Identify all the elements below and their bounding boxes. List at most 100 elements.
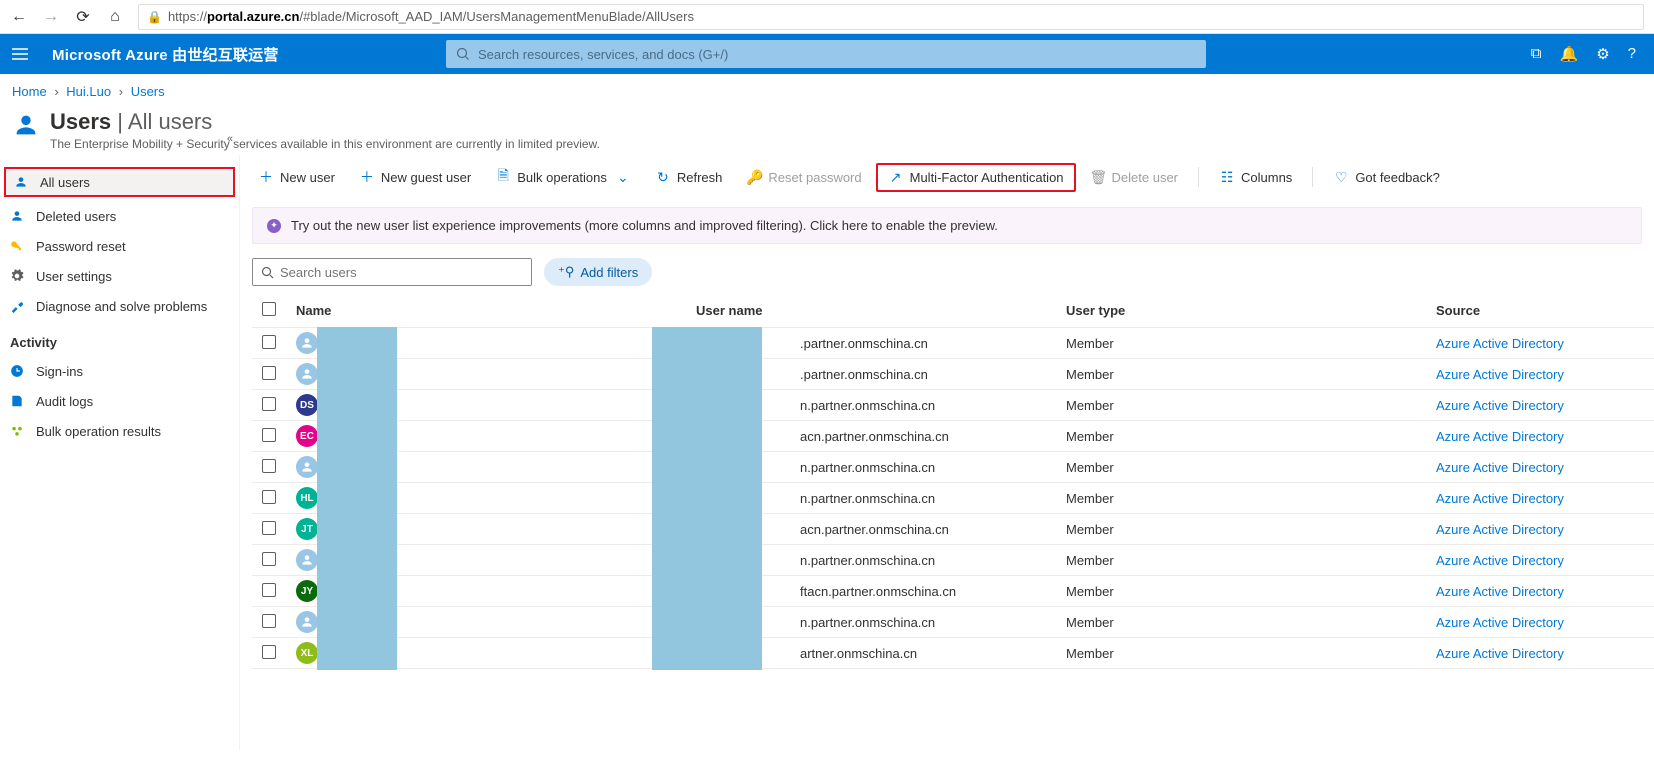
row-checkbox[interactable] bbox=[262, 397, 276, 411]
address-bar[interactable]: 🔒 https://portal.azure.cn/#blade/Microso… bbox=[138, 4, 1644, 30]
table-row[interactable]: xxxxxxxxxxxxxxxx.partner.onmschina.cn Me… bbox=[252, 359, 1654, 390]
hamburger-icon[interactable] bbox=[8, 42, 32, 66]
columns-button[interactable]: ☷Columns bbox=[1209, 163, 1302, 192]
row-checkbox[interactable] bbox=[262, 459, 276, 473]
row-checkbox[interactable] bbox=[262, 428, 276, 442]
table-row[interactable]: xxxxxxxxxxxxxxxxn.partner.onmschina.cn M… bbox=[252, 607, 1654, 638]
table-row[interactable]: xxxxxxxxxxxxxxxx.partner.onmschina.cn Me… bbox=[252, 328, 1654, 359]
table-row[interactable]: JY xxxxxxxxxxxxxxxxftacn.partner.onmschi… bbox=[252, 576, 1654, 607]
signin-icon bbox=[10, 364, 26, 378]
sidebar-item-password-reset[interactable]: Password reset bbox=[0, 231, 239, 261]
row-checkbox[interactable] bbox=[262, 490, 276, 504]
sidebar-item-label: Bulk operation results bbox=[36, 424, 161, 439]
sidebar-item-audit-logs[interactable]: Audit logs bbox=[0, 386, 239, 416]
username-value: n.partner.onmschina.cn bbox=[800, 460, 935, 475]
username-value: n.partner.onmschina.cn bbox=[800, 615, 935, 630]
source-link[interactable]: Azure Active Directory bbox=[1436, 615, 1564, 630]
new-user-button[interactable]: ＋New user bbox=[248, 161, 345, 193]
person-icon bbox=[10, 209, 26, 223]
usertype-value: Member bbox=[1066, 522, 1114, 537]
lock-icon: 🔒 bbox=[147, 10, 162, 24]
global-search-input[interactable] bbox=[478, 47, 1196, 62]
avatar: JT bbox=[296, 518, 318, 540]
refresh-button[interactable]: ↻Refresh bbox=[645, 163, 733, 192]
row-checkbox[interactable] bbox=[262, 552, 276, 566]
source-link[interactable]: Azure Active Directory bbox=[1436, 336, 1564, 351]
forward-icon[interactable]: → bbox=[42, 8, 60, 26]
table-row[interactable]: xxxxxxxxxxxxxxxxn.partner.onmschina.cn M… bbox=[252, 545, 1654, 576]
sidebar-item-deleted-users[interactable]: Deleted users bbox=[0, 201, 239, 231]
row-checkbox[interactable] bbox=[262, 645, 276, 659]
select-all-checkbox[interactable] bbox=[262, 302, 276, 316]
crumb-home[interactable]: Home bbox=[12, 84, 47, 99]
source-link[interactable]: Azure Active Directory bbox=[1436, 584, 1564, 599]
username-value: .partner.onmschina.cn bbox=[800, 336, 928, 351]
mfa-button[interactable]: ↗Multi-Factor Authentication bbox=[876, 163, 1076, 192]
table-row[interactable]: xxxxxxxxxxxxxxxxn.partner.onmschina.cn M… bbox=[252, 452, 1654, 483]
table-row[interactable]: DS xxxxxxxxxxxxxxxxn.partner.onmschina.c… bbox=[252, 390, 1654, 421]
source-link[interactable]: Azure Active Directory bbox=[1436, 646, 1564, 661]
help-icon[interactable]: ? bbox=[1628, 45, 1636, 63]
table-row[interactable]: JT xxxxxxxxxxxxxxxxacn.partner.onmschina… bbox=[252, 514, 1654, 545]
cloud-shell-icon[interactable]: ⧉ bbox=[1531, 45, 1542, 63]
col-username[interactable]: User name bbox=[686, 294, 1056, 328]
bulk-operations-button[interactable]: 🗎Bulk operations⌄ bbox=[485, 159, 641, 195]
back-icon[interactable]: ← bbox=[10, 8, 28, 26]
sidebar-item-label: All users bbox=[40, 175, 90, 190]
source-link[interactable]: Azure Active Directory bbox=[1436, 398, 1564, 413]
row-checkbox[interactable] bbox=[262, 521, 276, 535]
row-checkbox[interactable] bbox=[262, 614, 276, 628]
heart-icon: ♡ bbox=[1333, 169, 1349, 186]
home-icon[interactable]: ⌂ bbox=[106, 8, 124, 26]
sidebar-item-label: Password reset bbox=[36, 239, 126, 254]
source-link[interactable]: Azure Active Directory bbox=[1436, 460, 1564, 475]
search-users-input[interactable] bbox=[280, 265, 523, 280]
source-link[interactable]: Azure Active Directory bbox=[1436, 491, 1564, 506]
collapse-sidebar-icon[interactable]: « bbox=[227, 133, 233, 145]
source-link[interactable]: Azure Active Directory bbox=[1436, 429, 1564, 444]
crumb-leaf[interactable]: Users bbox=[131, 84, 165, 99]
sidebar-item-user-settings[interactable]: User settings bbox=[0, 261, 239, 291]
settings-gear-icon[interactable]: ⚙ bbox=[1596, 45, 1609, 63]
key-icon bbox=[10, 239, 26, 253]
new-guest-user-button[interactable]: ＋New guest user bbox=[349, 161, 481, 193]
table-row[interactable]: HL xxxxxxxxxxxxxxxxn.partner.onmschina.c… bbox=[252, 483, 1654, 514]
sidebar-item-sign-ins[interactable]: Sign-ins bbox=[0, 356, 239, 386]
content-area: ＋New user ＋New guest user 🗎Bulk operatio… bbox=[240, 155, 1654, 750]
url-display: https://portal.azure.cn/#blade/Microsoft… bbox=[168, 9, 694, 24]
source-link[interactable]: Azure Active Directory bbox=[1436, 553, 1564, 568]
sidebar-item-all-users[interactable]: All users bbox=[4, 167, 235, 197]
redaction-username-column bbox=[652, 327, 762, 670]
usertype-value: Member bbox=[1066, 367, 1114, 382]
row-checkbox[interactable] bbox=[262, 366, 276, 380]
sidebar-item-label: Audit logs bbox=[36, 394, 93, 409]
row-checkbox[interactable] bbox=[262, 583, 276, 597]
refresh-icon[interactable]: ⟳ bbox=[74, 7, 92, 27]
tools-icon bbox=[10, 299, 26, 313]
col-source[interactable]: Source bbox=[1426, 294, 1654, 328]
avatar bbox=[296, 549, 318, 571]
chevron-down-icon: ⌄ bbox=[615, 169, 631, 186]
source-link[interactable]: Azure Active Directory bbox=[1436, 522, 1564, 537]
global-search[interactable] bbox=[446, 40, 1206, 68]
banner-text: Try out the new user list experience imp… bbox=[291, 218, 998, 233]
col-usertype[interactable]: User type bbox=[1056, 294, 1426, 328]
redaction-name-column bbox=[317, 327, 397, 670]
usertype-value: Member bbox=[1066, 584, 1114, 599]
preview-banner[interactable]: ✦ Try out the new user list experience i… bbox=[252, 207, 1642, 244]
crumb-tenant[interactable]: Hui.Luo bbox=[66, 84, 111, 99]
notifications-icon[interactable]: 🔔 bbox=[1560, 45, 1579, 63]
sidebar-item-diagnose-and-solve-problems[interactable]: Diagnose and solve problems bbox=[0, 291, 239, 321]
usertype-value: Member bbox=[1066, 429, 1114, 444]
reset-password-button: 🔑Reset password bbox=[736, 163, 871, 192]
add-filters-button[interactable]: ⁺⚲ Add filters bbox=[544, 258, 652, 286]
log-icon bbox=[10, 394, 26, 408]
table-row[interactable]: EC xxxxxxxxxxxxxxxxacn.partner.onmschina… bbox=[252, 421, 1654, 452]
row-checkbox[interactable] bbox=[262, 335, 276, 349]
col-name[interactable]: Name bbox=[286, 294, 686, 328]
source-link[interactable]: Azure Active Directory bbox=[1436, 367, 1564, 382]
sidebar-item-bulk-operation-results[interactable]: Bulk operation results bbox=[0, 416, 239, 446]
search-users-box[interactable] bbox=[252, 258, 532, 286]
table-row[interactable]: XL xxxxxxxxxxxxxxxxartner.onmschina.cn M… bbox=[252, 638, 1654, 669]
feedback-button[interactable]: ♡Got feedback? bbox=[1323, 163, 1450, 192]
